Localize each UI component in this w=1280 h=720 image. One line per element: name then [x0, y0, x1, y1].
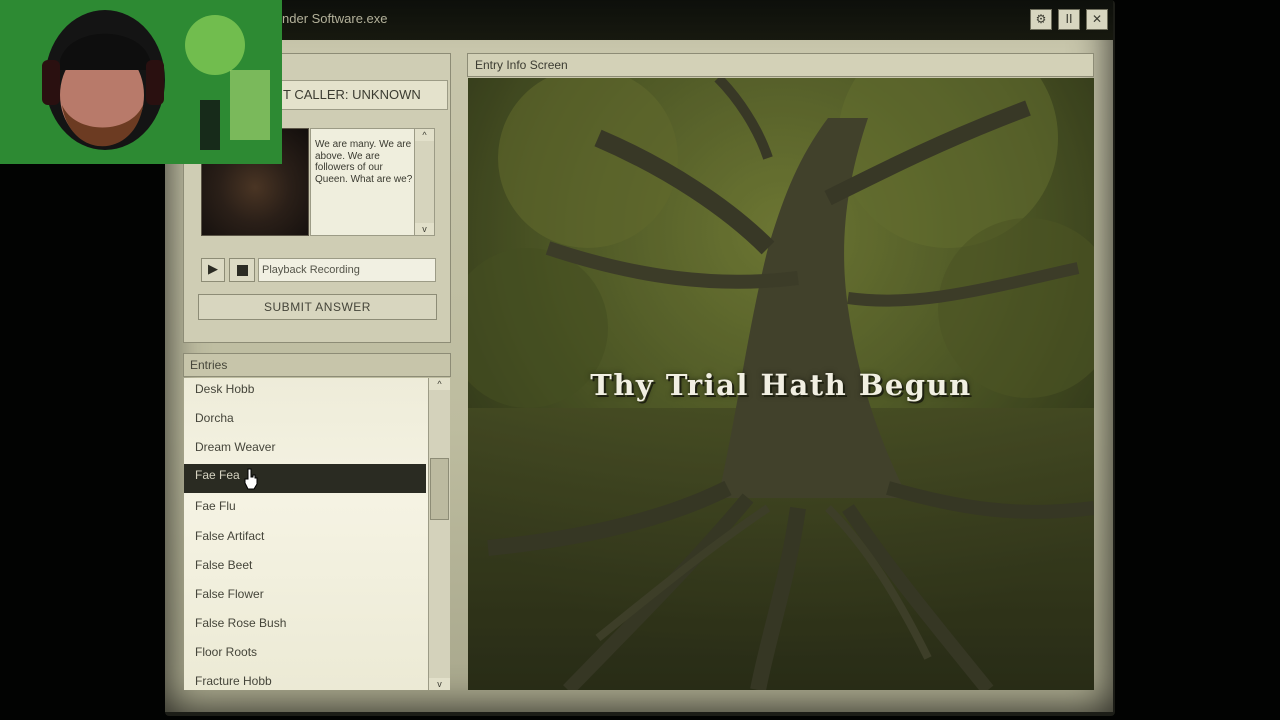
entries-header: Entries — [183, 353, 451, 377]
play-button[interactable]: ▶ — [201, 258, 225, 282]
list-item[interactable]: Floor Roots — [184, 641, 426, 670]
caller-label: T CALLER: UNKNOWN — [270, 80, 448, 110]
submit-answer-button[interactable]: SUBMIT ANSWER — [198, 294, 437, 320]
trial-headline: Thy Trial Hath Begun — [590, 368, 972, 402]
list-item[interactable]: False Rose Bush — [184, 612, 426, 641]
tree-image: Thy Trial Hath Begun — [468, 78, 1094, 690]
settings-button[interactable]: ⚙ — [1030, 9, 1052, 30]
scroll-thumb[interactable] — [430, 458, 449, 520]
list-item-selected[interactable]: Fae Fea — [184, 464, 426, 493]
hand-cursor-icon — [244, 468, 258, 490]
stop-icon — [237, 265, 248, 276]
list-item[interactable]: False Beet — [184, 554, 426, 583]
close-button[interactable]: ✕ — [1086, 9, 1108, 30]
play-icon: ▶ — [208, 262, 218, 277]
entry-info-header: Entry Info Screen — [467, 53, 1094, 77]
list-item[interactable]: Dorcha — [184, 407, 426, 436]
scroll-down-icon[interactable]: v — [415, 223, 434, 235]
riddle-scrollbar[interactable]: ^ v — [414, 129, 434, 235]
playback-recording-field[interactable]: Playback Recording — [258, 258, 436, 282]
list-item[interactable]: Desk Hobb — [184, 378, 426, 407]
riddle-box[interactable]: We are many. We are above. We are follow… — [310, 128, 435, 236]
webcam-overlay — [0, 0, 282, 164]
list-item[interactable]: Dream Weaver — [184, 436, 426, 465]
list-item[interactable]: False Artifact — [184, 525, 426, 554]
scroll-up-icon[interactable]: ^ — [429, 378, 450, 390]
entries-scrollbar[interactable]: ^ v — [428, 378, 450, 690]
scroll-up-icon[interactable]: ^ — [415, 129, 434, 141]
streamer-figure — [0, 0, 282, 164]
pause-button[interactable]: II — [1058, 9, 1080, 30]
gear-icon: ⚙ — [1035, 12, 1047, 26]
window-title: nder Software.exe — [282, 11, 388, 26]
scroll-down-icon[interactable]: v — [429, 678, 450, 690]
list-item[interactable]: False Flower — [184, 583, 426, 612]
entries-list[interactable]: Desk Hobb Dorcha Dream Weaver Fae Fea Fa… — [184, 378, 428, 690]
stop-button[interactable] — [229, 258, 255, 282]
list-item[interactable]: Fae Flu — [184, 495, 426, 524]
list-item[interactable]: Fracture Hobb — [184, 670, 426, 690]
riddle-text: We are many. We are above. We are follow… — [315, 139, 413, 185]
